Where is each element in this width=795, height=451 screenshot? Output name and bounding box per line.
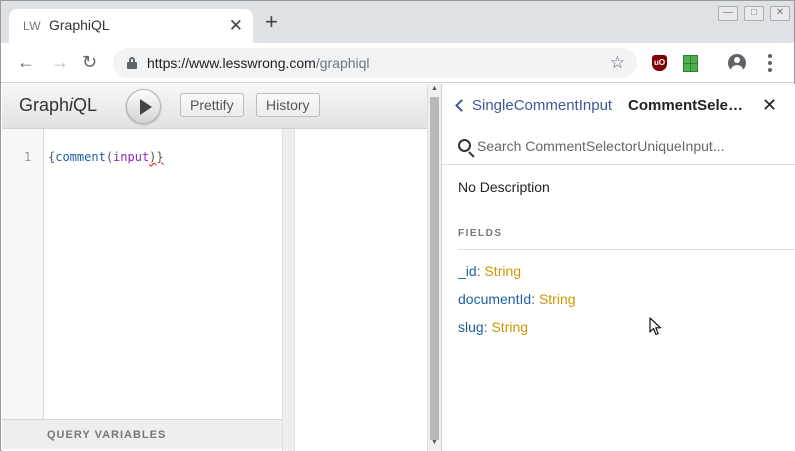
profile-avatar-icon[interactable]: [728, 54, 746, 72]
fields-header: FIELDS: [458, 228, 503, 239]
line-gutter: 1: [2, 129, 44, 419]
tab-close-icon[interactable]: ✕: [229, 16, 243, 36]
field-row: slug: String: [458, 319, 529, 335]
query-editor[interactable]: 1 {comment(input)}: [2, 129, 282, 419]
result-pane: [295, 129, 427, 451]
maximize-button[interactable]: □: [744, 6, 764, 21]
fields-divider: [458, 249, 795, 250]
url-host: https://www.lesswrong.com: [147, 55, 316, 71]
line-number: 1: [24, 150, 32, 164]
back-arrow-icon[interactable]: ←: [17, 51, 35, 73]
bookmark-star-icon[interactable]: ☆: [610, 53, 625, 73]
prettify-button[interactable]: Prettify: [180, 93, 244, 117]
doc-search-input[interactable]: [477, 138, 787, 154]
execute-query-button[interactable]: [126, 89, 161, 124]
tab-title: GraphiQL: [49, 17, 110, 33]
lw-favicon-icon: LW: [23, 19, 42, 33]
history-button[interactable]: History: [256, 93, 320, 117]
scroll-thumb[interactable]: [430, 97, 439, 440]
result-scrollbar[interactable]: ▲ ▼: [427, 84, 441, 451]
chrome-menu-icon[interactable]: [768, 54, 772, 72]
doc-close-icon[interactable]: ✕: [762, 95, 777, 115]
graphiql-topbar: GraphiQL Prettify History: [2, 84, 427, 129]
doc-explorer-header: SingleCommentInput CommentSelectorUnique…: [442, 84, 795, 129]
browser-toolbar: ← → ↻ https://www.lesswrong.com/graphiql…: [1, 43, 794, 83]
editor-result-divider[interactable]: [282, 129, 295, 451]
address-bar[interactable]: https://www.lesswrong.com/graphiql ☆: [113, 48, 637, 78]
field-name-link[interactable]: slug: [458, 319, 484, 335]
query-code[interactable]: {comment(input)}: [48, 150, 164, 164]
doc-search-bar: [442, 129, 795, 165]
field-name-link[interactable]: documentId: [458, 291, 531, 307]
chevron-left-icon: [455, 99, 468, 112]
field-row: documentId: String: [458, 291, 576, 307]
search-icon: [458, 139, 471, 152]
logo-part: Graph: [19, 95, 70, 115]
tab-strip: LW GraphiQL ✕ + — □ ✕: [1, 1, 794, 43]
ublock-extension-icon[interactable]: uO: [652, 55, 667, 71]
field-name-link[interactable]: _id: [458, 263, 477, 279]
code-argument: input: [113, 150, 150, 164]
graphiql-app: GraphiQL Prettify History 1 {comment(inp…: [2, 84, 795, 451]
scroll-up-arrow-icon[interactable]: ▲: [431, 85, 438, 92]
reload-icon[interactable]: ↻: [82, 51, 97, 73]
code-brace-error: }: [156, 150, 164, 164]
logo-part: QL: [73, 95, 98, 115]
field-type-link[interactable]: String: [491, 319, 528, 335]
doc-back-label: SingleCommentInput: [472, 97, 613, 114]
query-variables-label: QUERY VARIABLES: [47, 429, 167, 441]
doc-explorer-title: CommentSelectorUniqueInput: [628, 97, 748, 114]
code-field: comment: [55, 150, 106, 164]
doc-explorer: SingleCommentInput CommentSelectorUnique…: [441, 84, 795, 451]
url-text[interactable]: https://www.lesswrong.com/graphiql: [147, 55, 370, 71]
field-type-link[interactable]: String: [484, 263, 521, 279]
new-tab-button[interactable]: +: [265, 11, 278, 33]
window-close-button[interactable]: ✕: [770, 6, 790, 21]
field-type-link[interactable]: String: [539, 291, 576, 307]
url-path: /graphiql: [315, 55, 370, 71]
graphiql-logo: GraphiQL: [19, 95, 97, 116]
scroll-down-arrow-icon[interactable]: ▼: [431, 439, 438, 446]
mouse-pointer-icon: [649, 317, 662, 336]
forward-arrow-icon[interactable]: →: [51, 51, 69, 73]
minimize-button[interactable]: —: [718, 6, 738, 21]
lock-icon: [127, 57, 137, 69]
type-description: No Description: [458, 179, 550, 195]
field-row: _id: String: [458, 263, 522, 279]
query-variables-bar[interactable]: QUERY VARIABLES: [2, 419, 282, 449]
code-paren: (: [105, 150, 114, 164]
browser-window: LW GraphiQL ✕ + — □ ✕ ← → ↻ https://www.…: [0, 0, 795, 451]
sheets-extension-icon[interactable]: [683, 55, 698, 72]
tab-graphiql[interactable]: LW GraphiQL ✕: [9, 9, 253, 43]
